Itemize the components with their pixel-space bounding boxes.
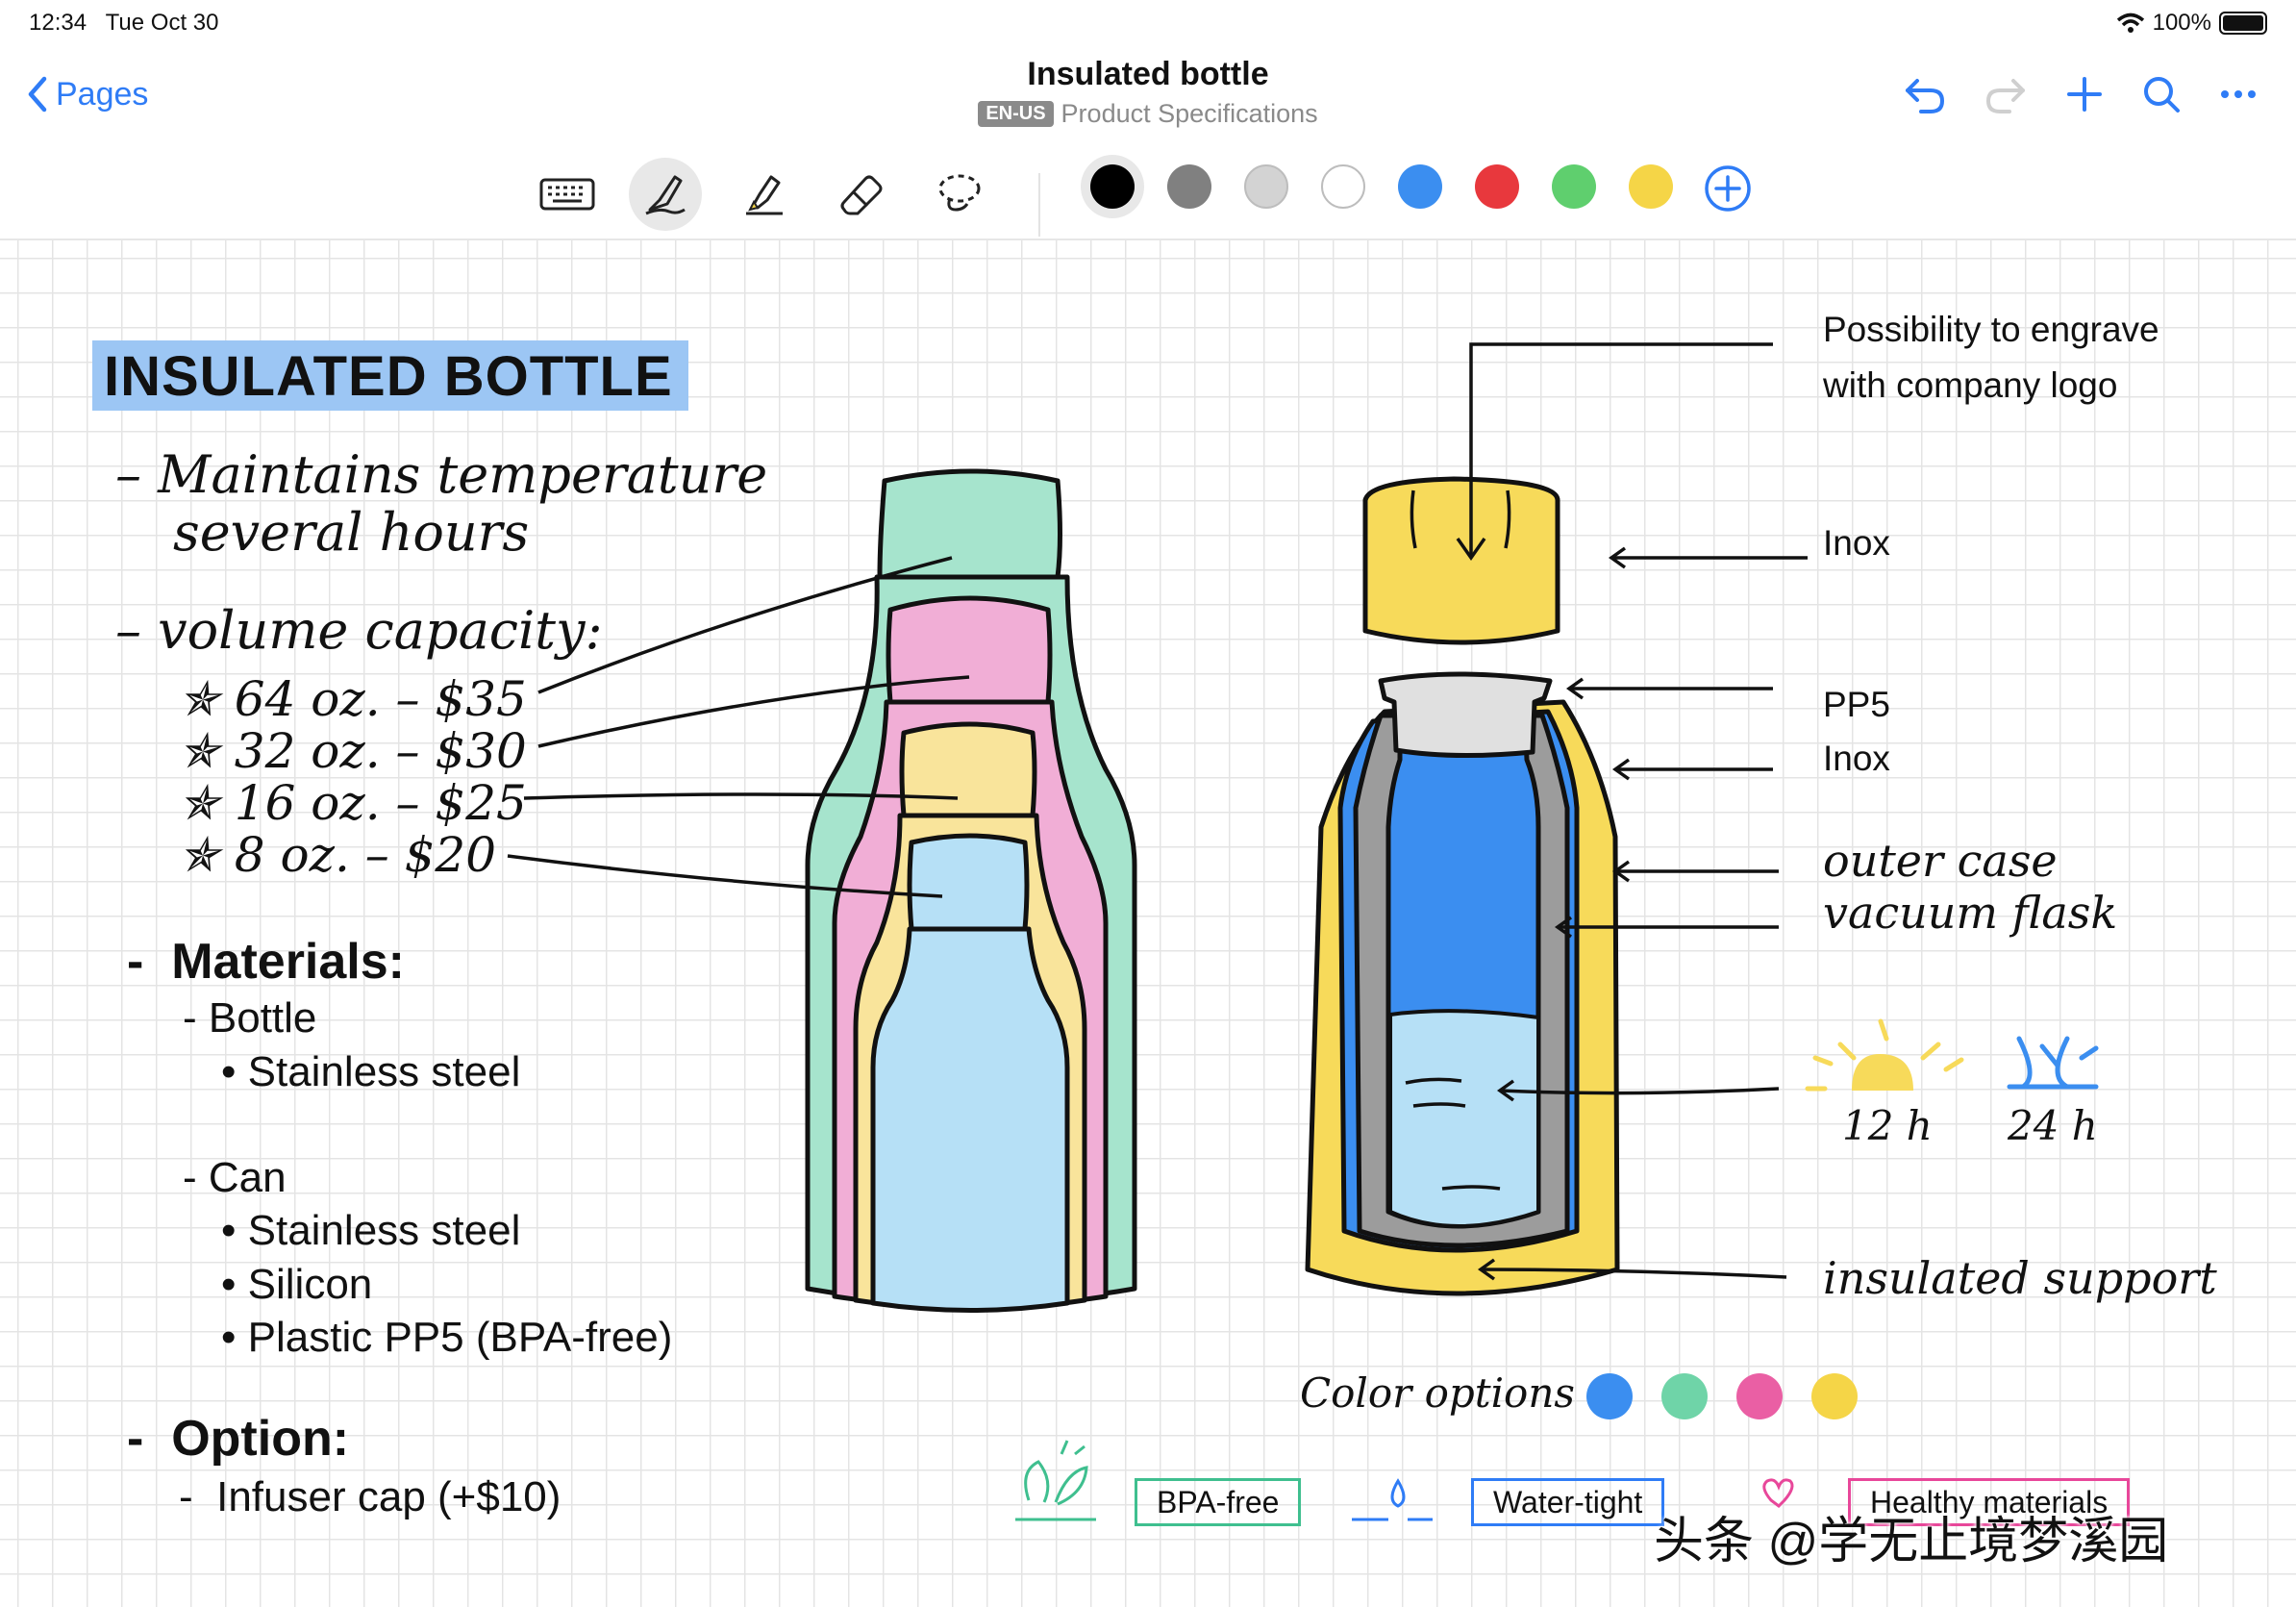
water-drop-icon (1352, 1478, 1433, 1521)
label-engrave-line2[interactable]: with company logo (1823, 365, 2117, 406)
bottle-drawing[interactable] (0, 0, 2296, 1605)
color-option-dot[interactable] (1811, 1373, 1858, 1419)
label-inox-inner[interactable]: Inox (1823, 739, 1890, 779)
cutaway-bottle-sketch (1305, 476, 1620, 1296)
label-pp5[interactable]: PP5 (1823, 685, 1890, 725)
leaf-icon (1015, 1440, 1096, 1521)
color-option-dot[interactable] (1586, 1373, 1633, 1419)
label-color-options[interactable]: Color options (1300, 1369, 1575, 1417)
color-option-dot[interactable] (1736, 1373, 1783, 1419)
tag-bpa-free[interactable]: BPA-free (1135, 1478, 1302, 1526)
sun-icon (1805, 1018, 1964, 1092)
label-engrave-line1[interactable]: Possibility to engrave (1823, 310, 2159, 350)
label-outer-case[interactable]: outer case (1823, 835, 2058, 887)
color-option-dot[interactable] (1661, 1373, 1708, 1419)
label-cold-hours[interactable]: 24 h (2008, 1102, 2098, 1149)
snowflake-icon (2007, 1036, 2099, 1090)
label-hot-hours[interactable]: 12 h (1842, 1102, 1933, 1149)
label-vacuum-flask[interactable]: vacuum flask (1823, 887, 2117, 939)
watermark: 头条 @学无止境梦溪园 (1654, 1514, 2169, 1569)
label-inox-cap[interactable]: Inox (1823, 523, 1890, 564)
tag-water-tight[interactable]: Water-tight (1471, 1478, 1665, 1526)
label-insulated-support[interactable]: insulated support (1823, 1252, 2217, 1304)
